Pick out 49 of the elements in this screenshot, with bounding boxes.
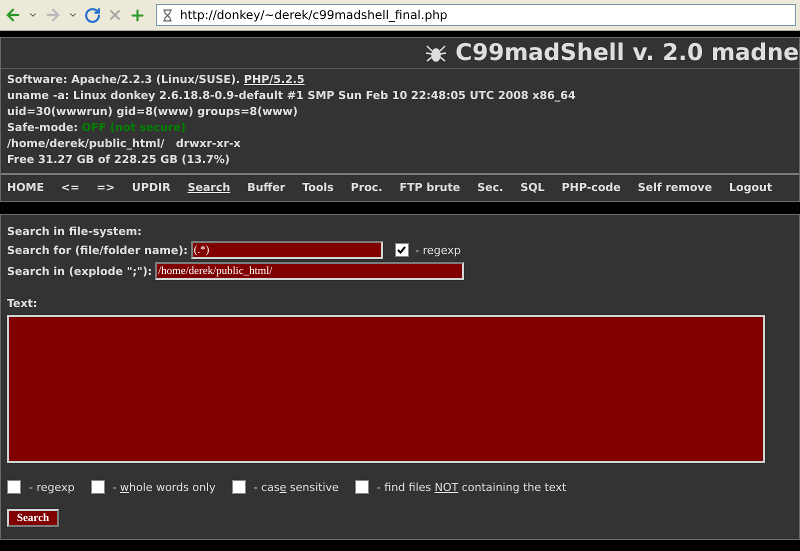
checkmark-icon	[397, 246, 406, 254]
nav-link[interactable]: Sec.	[477, 181, 504, 194]
back-icon[interactable]	[4, 6, 22, 24]
nav-link[interactable]: Tools	[302, 181, 334, 194]
nav-link[interactable]: <=	[61, 181, 80, 194]
checkbox[interactable]	[394, 243, 409, 257]
nav-link[interactable]: HOME	[7, 181, 44, 194]
checkbox[interactable]	[90, 480, 105, 494]
nav-link[interactable]: Logout	[729, 181, 772, 194]
nav-link[interactable]: =>	[96, 181, 115, 194]
safe-mode-value: OFF (not secure)	[82, 121, 186, 135]
info-text: uid=30(wwwrun) gid=8(www) groups=8(www)	[7, 105, 298, 119]
text-area[interactable]	[7, 315, 765, 463]
reload-icon[interactable]	[84, 6, 101, 24]
text-label: Text:	[7, 297, 38, 310]
nav-link[interactable]: Buffer	[247, 181, 286, 194]
info-text: uname -a: Linux donkey 2.6.18.8-0.9-default #1 SMP Sun Feb 10 22:48:05 UTC 2008 x86_64	[7, 89, 576, 103]
option-label: - regexp	[29, 480, 75, 494]
info-text: Free 31.27 GB of 228.25 GB (13.7%)	[7, 153, 230, 167]
nav-link[interactable]: PHP-code	[562, 181, 621, 194]
permissions: drwxr-xr-x	[176, 137, 241, 151]
hourglass-icon	[161, 8, 174, 22]
nav-link[interactable]: Proc.	[350, 181, 382, 194]
nav-link[interactable]: Self remove	[638, 181, 712, 194]
regexp-label: - regexp	[414, 244, 461, 256]
checkbox[interactable]	[232, 480, 246, 494]
checkbox[interactable]	[7, 480, 21, 494]
option-label: - case sensitive	[254, 480, 339, 494]
search-heading: Search in file-system:	[7, 225, 143, 238]
php-version-link[interactable]: PHP/5.2.5	[244, 73, 305, 87]
current-path: /home/derek/public_html/	[7, 137, 164, 151]
nav-link[interactable]: Search	[188, 181, 230, 194]
new-tab-icon[interactable]	[129, 6, 146, 24]
nav-link[interactable]: UPDIR	[132, 181, 171, 194]
shell-title: C99madShell v. 2.0 madne	[455, 40, 799, 66]
address-field[interactable]: http://donkey/~derek/c99madshell_final.php	[156, 4, 796, 26]
dir-label: Search in (explode ";"):	[7, 264, 152, 278]
option-label: - find files NOT containing the text	[376, 480, 566, 494]
url-text: http://donkey/~derek/c99madshell_final.php	[180, 8, 448, 22]
search-button[interactable]: Search	[7, 509, 59, 527]
software-label: Software: Apache/2.2.3 (Linux/SUSE).	[7, 73, 242, 87]
name-label: Search for (file/folder name):	[7, 244, 188, 256]
nav-link[interactable]: FTP brute	[399, 181, 460, 194]
nav-link[interactable]: SQL	[520, 181, 545, 194]
dir-field[interactable]: /home/derek/public_html/	[155, 262, 464, 280]
safe-mode-label: Safe-mode:	[7, 121, 79, 135]
option-label: - whole words only	[112, 480, 216, 494]
name-field[interactable]: (.*)	[190, 241, 383, 259]
checkbox[interactable]	[354, 480, 369, 494]
